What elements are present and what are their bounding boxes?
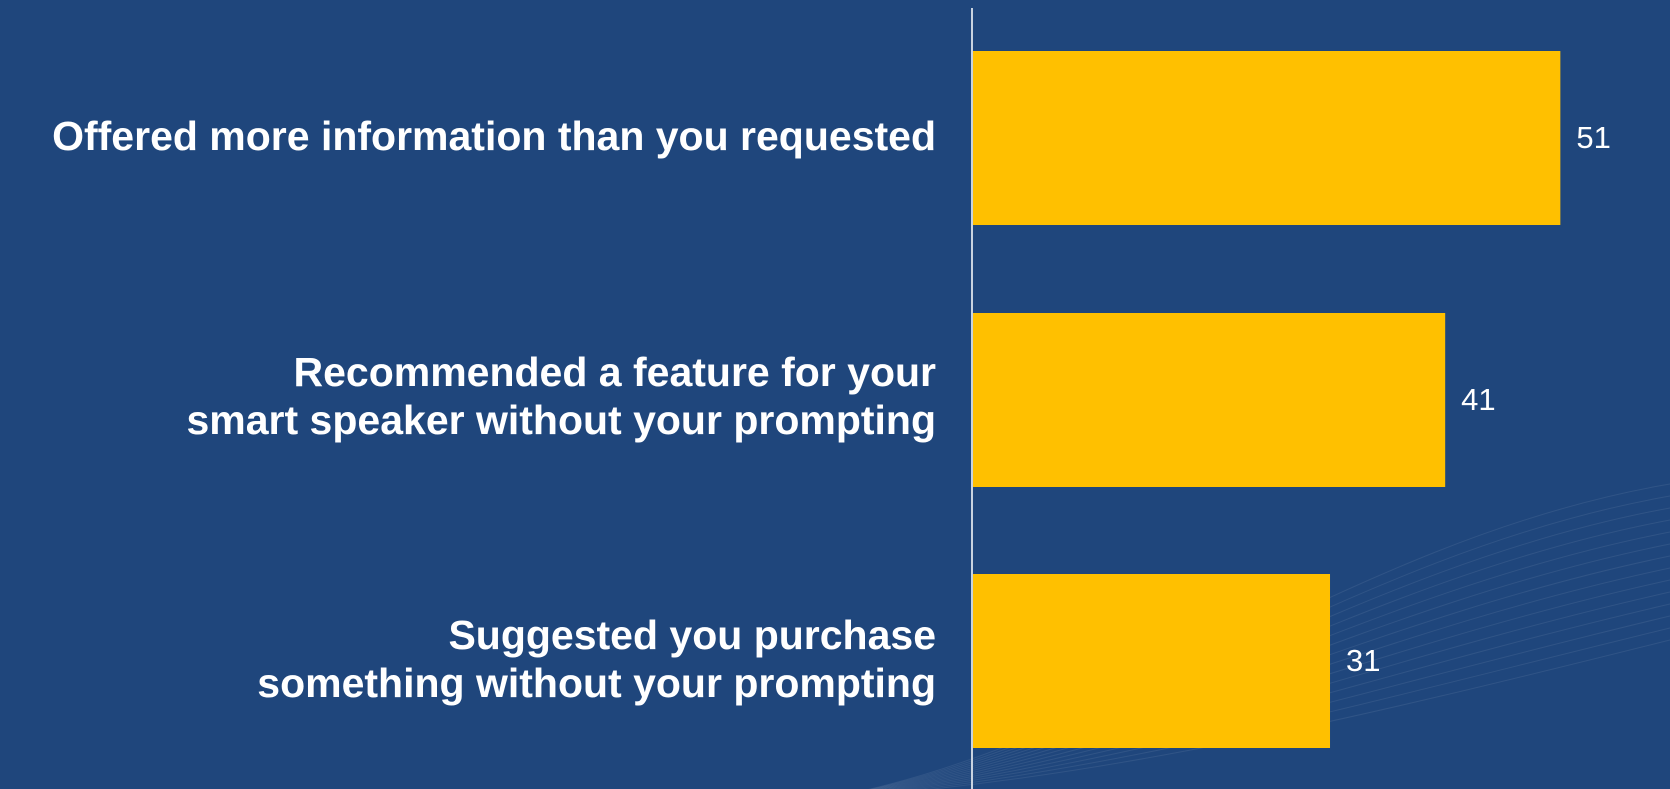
category-label-2: Recommended a feature for your smart spe…: [186, 349, 937, 443]
bar-2: [973, 313, 1446, 487]
bar-chart: Offered more information than you reques…: [0, 0, 1670, 789]
category-label-3: Suggested you purchase something without…: [257, 612, 936, 706]
data-label-2: 41: [1461, 382, 1496, 417]
bar-1: [973, 51, 1561, 225]
data-label-3: 31: [1346, 643, 1381, 678]
category-label-1: Offered more information than you reques…: [52, 113, 936, 159]
data-label-1: 51: [1576, 120, 1611, 155]
bar-3: [973, 574, 1331, 748]
